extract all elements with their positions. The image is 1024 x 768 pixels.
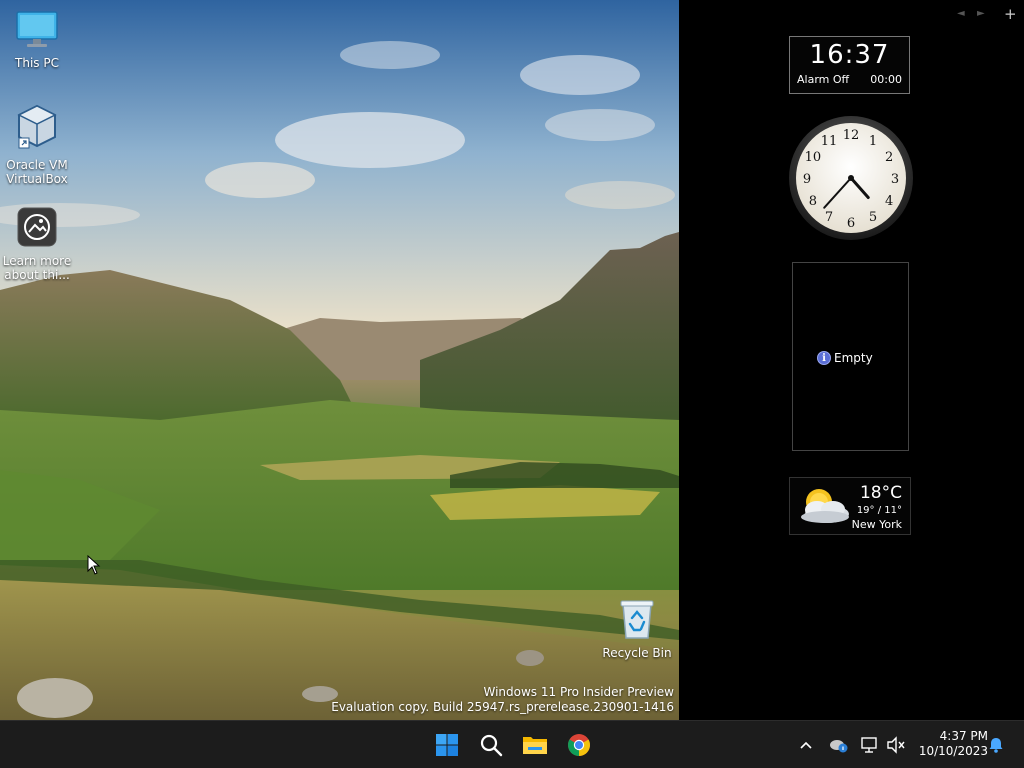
sidebar-prev-button[interactable]: ◄ (957, 8, 965, 19)
clock-numeral: 10 (805, 150, 822, 165)
desktop-icon-recycle-bin[interactable]: Recycle Bin (601, 598, 673, 660)
alarm-status: Alarm Off (797, 73, 850, 86)
network-tray-button[interactable] (860, 735, 880, 755)
cloud-info-icon (830, 740, 848, 753)
desktop-icon-virtualbox[interactable]: Oracle VM VirtualBox (1, 104, 73, 186)
taskbar: 4:37 PM 10/10/2023 (0, 720, 1024, 768)
search-button[interactable] (476, 730, 506, 760)
monitor-icon (1, 10, 73, 53)
desktop-icon-learn-more[interactable]: Learn more about thi... (1, 206, 73, 282)
volume-tray-button[interactable] (886, 735, 906, 755)
analog-clock-face: 12 12 3 45678 9 1011 (789, 116, 913, 240)
alarm-time: 00:00 (870, 73, 902, 86)
empty-gadget[interactable]: i Empty (792, 262, 909, 451)
start-button[interactable] (432, 730, 462, 760)
analog-clock-gadget[interactable]: 12 1 2 3 4 5 6 7 8 9 10 11 (787, 114, 915, 242)
weather-temperature: 18°C (859, 483, 902, 503)
mouse-cursor-icon (87, 555, 101, 575)
wallpaper-landscape-image (0, 0, 679, 720)
clock-numeral: 2 (885, 150, 893, 165)
search-icon (480, 734, 503, 757)
weather-gadget[interactable]: 18°C 19° / 11° New York (789, 477, 911, 535)
folder-icon (523, 737, 547, 754)
taskbar-time: 4:37 PM (939, 729, 988, 743)
file-explorer-button[interactable] (520, 730, 550, 760)
desktop-icon-this-pc[interactable]: This PC (1, 10, 73, 70)
info-icon: i (817, 351, 831, 365)
clock-numeral: 8 (809, 194, 817, 209)
chevron-up-icon (800, 741, 812, 749)
taskbar-date: 10/10/2023 (918, 744, 988, 758)
clock-numeral: 12 (843, 128, 860, 143)
clock-numeral: 4 (885, 194, 893, 209)
windows-watermark: Windows 11 Pro Insider Preview Evaluatio… (331, 685, 674, 715)
gadget-sidebar: ◄ ► + 16:37 Alarm Off 00:00 12 1 2 3 4 5 6 7 8 9 1… (679, 0, 1024, 720)
clock-numeral: 9 (803, 172, 811, 187)
clock-numeral: 5 (869, 210, 877, 225)
recycle-bin-icon (601, 598, 673, 643)
virtualbox-icon (1, 104, 73, 155)
sidebar-next-button[interactable]: ► (977, 8, 985, 19)
clock-numeral: 11 (821, 134, 838, 149)
chrome-button[interactable] (564, 730, 594, 760)
weather-city: New York (851, 518, 902, 531)
clock-numeral: 1 (869, 134, 877, 149)
desktop-wallpaper[interactable]: This PC Oracle VM VirtualBox Learn more … (0, 0, 679, 720)
network-icon (861, 737, 877, 753)
watermark-build: Evaluation copy. Build 25947.rs_prerelea… (331, 700, 674, 714)
watermark-edition: Windows 11 Pro Insider Preview (483, 685, 674, 699)
taskbar-clock[interactable]: 4:37 PM 10/10/2023 (912, 729, 988, 759)
speaker-muted-icon (887, 736, 905, 754)
clock-numeral: 3 (891, 172, 899, 187)
clock-numeral: 7 (825, 210, 833, 225)
weather-high-low: 19° / 11° (856, 505, 902, 516)
clock-numeral: 6 (847, 216, 855, 231)
bell-icon (989, 738, 1003, 753)
digital-clock-gadget[interactable]: 16:37 Alarm Off 00:00 (789, 36, 910, 94)
partly-cloudy-icon (801, 489, 849, 523)
show-hidden-icons-button[interactable] (796, 735, 816, 755)
camera-icon (1, 206, 73, 251)
sidebar-add-gadget-button[interactable]: + (1004, 5, 1017, 23)
chrome-icon (568, 734, 590, 756)
notifications-button[interactable] (986, 735, 1006, 755)
digital-clock-time: 16:37 (809, 40, 890, 70)
empty-gadget-label: Empty (834, 351, 873, 365)
windows-logo-icon (436, 734, 458, 756)
onedrive-tray-button[interactable] (828, 735, 848, 755)
